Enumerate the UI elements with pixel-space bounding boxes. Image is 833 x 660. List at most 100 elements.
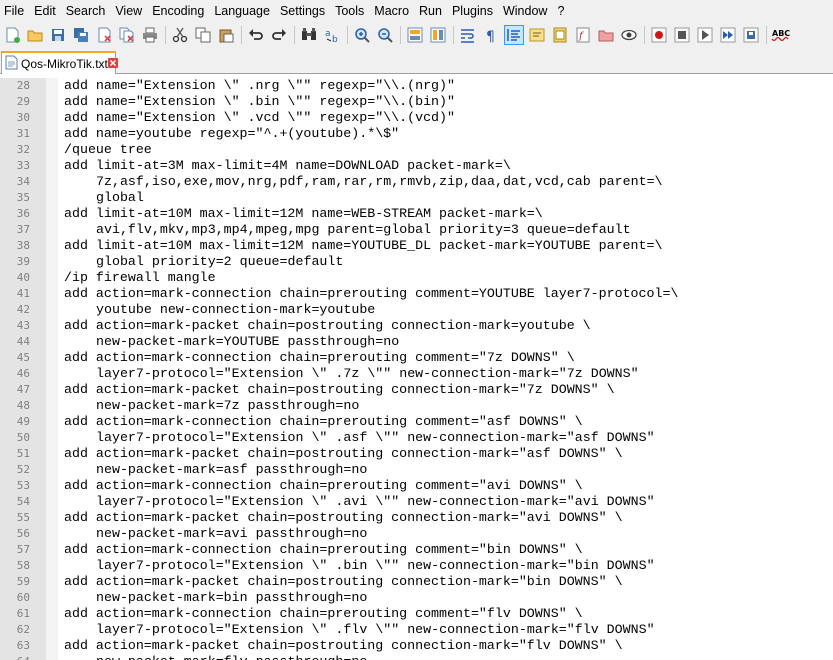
editor-line[interactable]: 53 add action=mark-connection chain=prero… bbox=[0, 478, 833, 494]
menu-language[interactable]: Language bbox=[209, 0, 275, 22]
show-all-chars-icon[interactable]: ¶ bbox=[481, 25, 501, 45]
editor-line[interactable]: 61 add action=mark-connection chain=prero… bbox=[0, 606, 833, 622]
zoom-out-icon[interactable] bbox=[375, 25, 395, 45]
editor-line[interactable]: 43 add action=mark-packet chain=postrouti… bbox=[0, 318, 833, 334]
editor-line[interactable]: 52 new-packet-mark=asf passthrough=no bbox=[0, 462, 833, 478]
editor-line[interactable]: 49 add action=mark-connection chain=prero… bbox=[0, 414, 833, 430]
sync-horizontal-icon[interactable] bbox=[428, 25, 448, 45]
editor-line[interactable]: 40/ip firewall mangle bbox=[0, 270, 833, 286]
close-all-icon[interactable] bbox=[117, 25, 137, 45]
save-all-icon[interactable] bbox=[71, 25, 91, 45]
editor-line[interactable]: 39 global priority=2 queue=default bbox=[0, 254, 833, 270]
find-icon[interactable] bbox=[299, 25, 319, 45]
editor-line[interactable]: 36 add limit-at=10M max-limit=12M name=WE… bbox=[0, 206, 833, 222]
redo-icon[interactable] bbox=[269, 25, 289, 45]
doc-map-icon[interactable] bbox=[550, 25, 570, 45]
editor-line[interactable]: 54 layer7-protocol="Extension \" .avi \""… bbox=[0, 494, 833, 510]
line-number: 58 bbox=[16, 559, 30, 572]
cut-icon[interactable] bbox=[170, 25, 190, 45]
svg-text:a: a bbox=[325, 29, 331, 39]
folder-workspace-icon[interactable] bbox=[596, 25, 616, 45]
line-text: layer7-protocol="Extension \" .avi \"" n… bbox=[96, 494, 655, 509]
editor-line[interactable]: 48 new-packet-mark=7z passthrough=no bbox=[0, 398, 833, 414]
editor-line[interactable]: 64 new-packet-mark=flv passthrough=no bbox=[0, 654, 833, 660]
editor-line[interactable]: 44 new-packet-mark=YOUTUBE passthrough=no bbox=[0, 334, 833, 350]
menu-search[interactable]: Search bbox=[61, 0, 111, 22]
editor-line[interactable]: 28 add name="Extension \" .nrg \"" regexp… bbox=[0, 78, 833, 94]
editor-line[interactable]: 30 add name="Extension \" .vcd \"" regexp… bbox=[0, 110, 833, 126]
menu-tools[interactable]: Tools bbox=[330, 0, 369, 22]
editor-line[interactable]: 47 add action=mark-packet chain=postrouti… bbox=[0, 382, 833, 398]
editor-line[interactable]: 33 add limit-at=3M max-limit=4M name=DOWN… bbox=[0, 158, 833, 174]
line-number: 45 bbox=[16, 351, 30, 364]
close-file-icon[interactable] bbox=[94, 25, 114, 45]
line-number: 52 bbox=[16, 463, 30, 476]
record-macro-icon[interactable] bbox=[649, 25, 669, 45]
paste-icon[interactable] bbox=[216, 25, 236, 45]
line-number: 64 bbox=[0, 654, 30, 660]
menu-settings[interactable]: Settings bbox=[275, 0, 330, 22]
editor-line[interactable]: 59 add action=mark-packet chain=postrouti… bbox=[0, 574, 833, 590]
toolbar-separator bbox=[453, 25, 454, 44]
word-wrap-icon[interactable] bbox=[458, 25, 478, 45]
line-number: 55 bbox=[16, 511, 30, 524]
line-number: 48 bbox=[16, 399, 30, 412]
save-icon[interactable] bbox=[48, 25, 68, 45]
menu-view[interactable]: View bbox=[110, 0, 147, 22]
editor-line[interactable]: 63 add action=mark-packet chain=postrouti… bbox=[0, 638, 833, 654]
copy-icon[interactable] bbox=[193, 25, 213, 45]
save-macro-icon[interactable] bbox=[741, 25, 761, 45]
undo-icon[interactable] bbox=[246, 25, 266, 45]
menu-run[interactable]: Run bbox=[414, 0, 447, 22]
menu-plugins[interactable]: Plugins bbox=[447, 0, 498, 22]
function-list-icon[interactable]: f bbox=[573, 25, 593, 45]
line-text: add action=mark-packet chain=postrouting… bbox=[64, 638, 623, 653]
editor-line[interactable]: 51 add action=mark-packet chain=postrouti… bbox=[0, 446, 833, 462]
editor-line[interactable]: 41 add action=mark-connection chain=prero… bbox=[0, 286, 833, 302]
open-file-icon[interactable] bbox=[25, 25, 45, 45]
editor-line[interactable]: 62 layer7-protocol="Extension \" .flv \""… bbox=[0, 622, 833, 638]
close-icon[interactable] bbox=[107, 57, 118, 71]
editor-line[interactable]: 38 add limit-at=10M max-limit=12M name=YO… bbox=[0, 238, 833, 254]
replace-icon[interactable]: ab bbox=[322, 25, 342, 45]
menu-bar: File Edit Search View Encoding Language Settin… bbox=[0, 0, 833, 22]
spell-check-icon[interactable]: ABC bbox=[771, 25, 791, 45]
editor-line[interactable]: 46 layer7-protocol="Extension \" .7z \"" … bbox=[0, 366, 833, 382]
sync-vertical-icon[interactable] bbox=[405, 25, 425, 45]
editor-line[interactable]: 57 add action=mark-connection chain=prero… bbox=[0, 542, 833, 558]
print-icon[interactable] bbox=[140, 25, 160, 45]
line-number: 57 bbox=[16, 543, 30, 556]
editor-line[interactable]: 34 7z,asf,iso,exe,mov,nrg,pdf,ram,rar,rm,… bbox=[0, 174, 833, 190]
editor-line[interactable]: 32/queue tree bbox=[0, 142, 833, 158]
editor-line[interactable]: 31 add name=youtube regexp="^.+(youtube).… bbox=[0, 126, 833, 142]
editor-line[interactable]: 55 add action=mark-packet chain=postrouti… bbox=[0, 510, 833, 526]
tab-qos-mikrotik[interactable]: Qos-MikroTik.txt bbox=[1, 51, 118, 74]
user-defined-lang-icon[interactable] bbox=[527, 25, 547, 45]
editor-line[interactable]: 45 add action=mark-connection chain=prero… bbox=[0, 350, 833, 366]
stop-macro-icon[interactable] bbox=[672, 25, 692, 45]
menu-macro[interactable]: Macro bbox=[369, 0, 414, 22]
monitoring-icon[interactable] bbox=[619, 25, 639, 45]
play-macro-icon[interactable] bbox=[695, 25, 715, 45]
new-file-icon[interactable] bbox=[2, 25, 22, 45]
line-number: 50 bbox=[16, 431, 30, 444]
line-text: add action=mark-packet chain=postrouting… bbox=[64, 574, 623, 589]
run-macro-multiple-icon[interactable] bbox=[718, 25, 738, 45]
editor-line[interactable]: 35 global bbox=[0, 190, 833, 206]
editor-line[interactable]: 29 add name="Extension \" .bin \"" regexp… bbox=[0, 94, 833, 110]
line-number: 56 bbox=[16, 527, 30, 540]
editor-line[interactable]: 58 layer7-protocol="Extension \" .bin \""… bbox=[0, 558, 833, 574]
editor-line[interactable]: 56 new-packet-mark=avi passthrough=no bbox=[0, 526, 833, 542]
editor-line[interactable]: 50 layer7-protocol="Extension \" .asf \""… bbox=[0, 430, 833, 446]
text-editor[interactable]: 28 add name="Extension \" .nrg \"" regexp… bbox=[0, 74, 833, 660]
menu-encoding[interactable]: Encoding bbox=[147, 0, 209, 22]
editor-line[interactable]: 37 avi,flv,mkv,mp3,mp4,mpeg,mpg parent=gl… bbox=[0, 222, 833, 238]
editor-line[interactable]: 42 youtube new-connection-mark=youtube bbox=[0, 302, 833, 318]
menu-edit[interactable]: Edit bbox=[29, 0, 61, 22]
indent-guide-icon[interactable] bbox=[504, 24, 524, 45]
editor-line[interactable]: 60 new-packet-mark=bin passthrough=no bbox=[0, 590, 833, 606]
menu-file[interactable]: File bbox=[0, 0, 29, 22]
zoom-in-icon[interactable] bbox=[352, 25, 372, 45]
menu-help[interactable]: ? bbox=[552, 0, 569, 22]
menu-window[interactable]: Window bbox=[498, 0, 552, 22]
